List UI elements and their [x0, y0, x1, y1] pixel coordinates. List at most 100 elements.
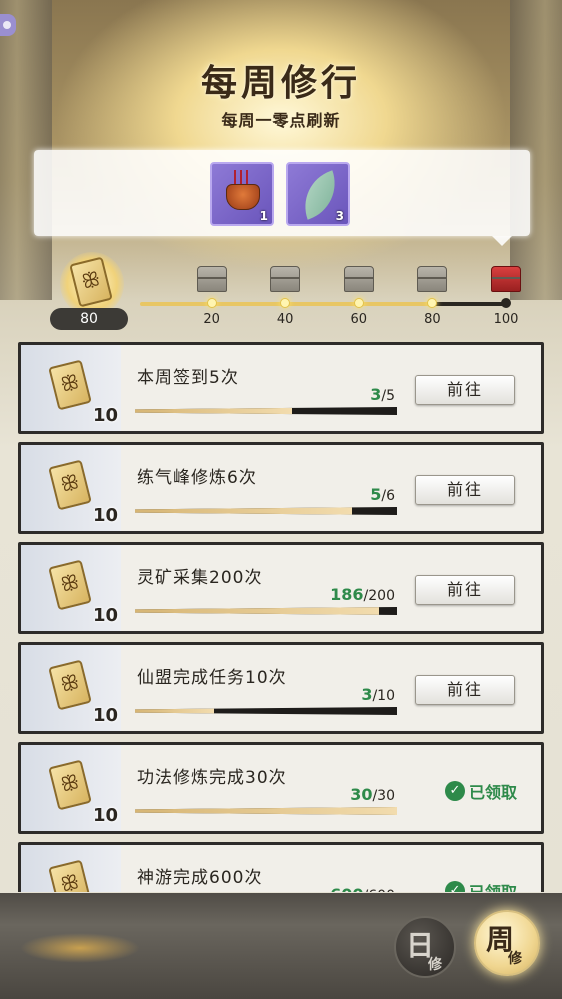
- reward-item-cicada[interactable]: 3: [286, 162, 350, 226]
- task-progress-total: /5: [381, 388, 395, 404]
- milestone-label: 40: [276, 312, 294, 327]
- scroll-token-icon: [48, 359, 92, 411]
- task-progress-current: 3: [361, 685, 373, 704]
- task-reward-area: 10: [21, 545, 121, 631]
- task-points: 10: [93, 705, 119, 726]
- milestone-label: 100: [493, 312, 519, 327]
- daily-practice-tab[interactable]: 日 修: [394, 916, 456, 978]
- task-row: 10 神游完成600次 600/600 ✓ 已领取: [18, 842, 544, 892]
- reward-item-incense[interactable]: 1: [210, 162, 274, 226]
- milestone-label: 80: [424, 312, 441, 327]
- weekly-practice-tab[interactable]: 周 修: [474, 910, 540, 976]
- task-progress-current: 600: [330, 885, 363, 892]
- task-progress-bar: [135, 807, 397, 815]
- milestone-node: [206, 298, 217, 308]
- task-progress-total: /10: [372, 688, 395, 704]
- treasure-chest-icon[interactable]: [417, 266, 448, 292]
- task-progress-count: 600/600: [330, 885, 395, 892]
- task-progress-bar: [135, 607, 397, 615]
- task-progress-total: /6: [381, 488, 395, 504]
- milestone[interactable]: 60: [329, 248, 389, 338]
- task-progress-count: 3/10: [361, 685, 395, 704]
- check-icon: ✓: [444, 781, 465, 801]
- check-icon: ✓: [444, 881, 465, 892]
- go-button[interactable]: 前往: [415, 475, 515, 505]
- task-row: 10 仙盟完成任务10次 3/10 前往: [18, 642, 544, 734]
- task-progress-count: 30/30: [350, 785, 395, 804]
- milestone-node: [427, 298, 438, 308]
- task-list[interactable]: 10 本周签到5次 3/5 前往 10 练气峰修炼6次 5/6 前往 10 灵矿采集200次 186…: [18, 342, 544, 892]
- go-button[interactable]: 前往: [415, 675, 515, 705]
- task-reward-area: 10: [21, 645, 121, 731]
- task-points: 10: [93, 805, 119, 826]
- task-progress-total: /200: [363, 588, 395, 604]
- go-button[interactable]: 前往: [415, 575, 515, 605]
- milestone[interactable]: 100: [476, 248, 536, 338]
- task-progress-fill: [135, 807, 397, 815]
- claimed-status: ✓ 已领取: [444, 879, 517, 892]
- task-name: 神游完成600次: [137, 868, 263, 888]
- task-progress-bar: [135, 707, 397, 715]
- task-progress-total: /600: [364, 888, 395, 892]
- milestone[interactable]: 20: [182, 248, 242, 338]
- task-row: 10 功法修炼完成30次 30/30 ✓已领取: [18, 742, 544, 834]
- task-reward-area: 10: [21, 845, 121, 892]
- task-row: 10 灵矿采集200次 186/200 前往: [18, 542, 544, 634]
- treasure-chest-icon[interactable]: [491, 266, 521, 292]
- task-progress-fill: [135, 507, 353, 515]
- scroll-token-icon: [48, 559, 92, 611]
- weekly-practice-screen: 每周修行 每周一零点刷新 1 3 80 20 40 60 80 100 10 本周签到5次…: [0, 0, 562, 999]
- points-badge: [60, 252, 124, 316]
- task-progress-count: 186/200: [330, 585, 395, 604]
- claimed-label: 已领取: [468, 783, 517, 802]
- task-reward-area: 10: [21, 445, 121, 531]
- treasure-chest-icon[interactable]: [270, 266, 301, 292]
- milestone-node: [280, 298, 291, 308]
- scroll-token-icon: [48, 859, 92, 892]
- reward-preview-panel: 1 3: [34, 150, 530, 246]
- milestone-label: 20: [203, 312, 220, 327]
- task-progress-fill: [135, 707, 214, 715]
- incense-cauldron-icon: [226, 184, 260, 210]
- milestone-node: [501, 298, 511, 308]
- task-points: 10: [93, 605, 119, 626]
- task-name: 仙盟完成任务10次: [137, 668, 287, 688]
- milestone[interactable]: 80: [402, 248, 462, 338]
- task-progress-bar: [135, 507, 397, 515]
- task-row: 10 练气峰修炼6次 5/6 前往: [18, 442, 544, 534]
- task-progress-current: 30: [350, 785, 373, 804]
- claimed-label: 已领取: [469, 883, 517, 892]
- task-points: 10: [93, 405, 119, 426]
- task-progress-current: 186: [330, 585, 364, 604]
- weekly-tab-label-sub: 修: [508, 951, 522, 967]
- task-points: 10: [93, 505, 119, 526]
- task-row: 10 本周签到5次 3/5 前往: [18, 342, 544, 434]
- go-button[interactable]: 前往: [415, 375, 515, 405]
- ink-swirl-decoration: [20, 933, 140, 963]
- task-progress-fill: [135, 407, 293, 415]
- refresh-note: 每周一零点刷新: [221, 111, 341, 130]
- task-reward-area: 10: [21, 745, 121, 831]
- reward-count: 1: [259, 209, 268, 223]
- treasure-chest-icon[interactable]: [343, 266, 374, 292]
- treasure-chest-icon[interactable]: [196, 266, 227, 292]
- task-reward-area: 10: [21, 345, 121, 431]
- reward-count: 3: [335, 209, 344, 223]
- current-points: 80: [50, 308, 128, 330]
- page-title: 每周修行: [200, 62, 361, 104]
- task-progress-total: /30: [372, 788, 395, 804]
- scroll-token-icon: [69, 256, 113, 308]
- task-progress-current: 3: [370, 385, 382, 404]
- task-name: 灵矿采集200次: [137, 568, 263, 588]
- task-progress-count: 5/6: [370, 485, 395, 504]
- task-progress-current: 5: [370, 485, 382, 504]
- task-name: 功法修炼完成30次: [137, 768, 287, 788]
- gamepad-icon[interactable]: [0, 14, 16, 36]
- task-name: 本周签到5次: [137, 368, 239, 388]
- task-progress-fill: [135, 607, 379, 615]
- task-name: 练气峰修炼6次: [137, 468, 257, 488]
- daily-tab-label-sub: 修: [428, 957, 442, 973]
- milestone[interactable]: 40: [255, 248, 315, 338]
- weekly-progress: 80 20 40 60 80 100: [0, 248, 562, 338]
- task-progress-count: 3/5: [370, 385, 395, 404]
